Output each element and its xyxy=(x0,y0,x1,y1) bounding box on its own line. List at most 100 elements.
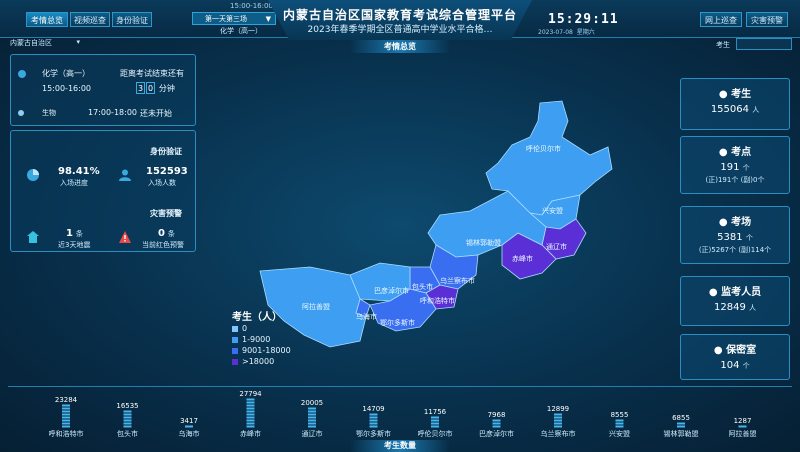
bar[interactable] xyxy=(62,404,70,428)
countdown-label: 距离考试结束还有 xyxy=(120,69,184,78)
bar[interactable] xyxy=(246,398,255,428)
bar[interactable] xyxy=(677,422,685,428)
entry-rate-label: 入场进度 xyxy=(60,179,88,187)
home-icon: ● xyxy=(718,217,728,228)
bar-segment xyxy=(369,419,378,422)
bar-value-label: 20005 xyxy=(301,399,323,407)
bar-segment xyxy=(308,416,316,419)
map-label: 呼伦贝尔市 xyxy=(526,145,561,153)
bar-segment xyxy=(246,425,255,428)
bar-segment xyxy=(492,422,501,425)
countdown-digit: 3 xyxy=(136,82,145,94)
bar-value-label: 7968 xyxy=(488,411,506,419)
map-label: 通辽市 xyxy=(546,243,567,251)
bar-segment xyxy=(615,422,624,425)
tab-identity-verify[interactable]: 身份验证 xyxy=(112,12,152,27)
bar-segment xyxy=(431,422,439,425)
bar-segment xyxy=(123,419,132,422)
bar[interactable] xyxy=(185,425,193,428)
bar-segment xyxy=(62,422,70,425)
card-invigilators[interactable]: ● 监考人员 12849 人 xyxy=(680,276,790,326)
card-value: 5381 个 xyxy=(681,232,789,243)
page-subtitle: 2023年春季学期全区普通高中学业水平合格… xyxy=(307,25,493,35)
legend-item: 0 xyxy=(232,324,247,333)
bar[interactable] xyxy=(369,413,378,428)
bar-value-label: 6855 xyxy=(672,414,690,422)
search-input[interactable] xyxy=(736,38,792,50)
region-label: 内蒙古自治区 xyxy=(10,39,52,47)
bar-value-label: 8555 xyxy=(611,411,629,419)
bar[interactable] xyxy=(492,419,501,428)
bar-segment xyxy=(246,419,255,422)
session-select[interactable]: 第一天第三场 ▼ xyxy=(192,12,276,25)
bar[interactable] xyxy=(738,425,747,428)
chart-top-line xyxy=(8,386,792,387)
dot-icon xyxy=(18,110,24,116)
bar[interactable] xyxy=(308,407,316,428)
card-title-text: 考场 xyxy=(731,217,752,228)
next-subject: 生物 xyxy=(42,109,56,117)
subject-label: 化学（高一） xyxy=(220,27,262,35)
clock: 15:29:11 xyxy=(548,12,619,27)
tab-disaster-warning[interactable]: 灾害预警 xyxy=(746,12,788,27)
card-exam-sites[interactable]: ● 考点 191 个 (正)191个 (副)0个 xyxy=(680,136,790,194)
red-label: 当前红色预警 xyxy=(142,241,184,249)
bar-value-label: 16535 xyxy=(116,402,138,410)
bar-value-label: 23284 xyxy=(55,396,78,404)
bar-category-label: 鄂尔多斯市 xyxy=(356,429,391,438)
card-number: 155064 xyxy=(710,104,749,115)
top-time: 15:00-16:00 xyxy=(230,2,273,10)
tab-video-patrol[interactable]: 视频巡查 xyxy=(70,12,110,27)
bar-category-label: 通辽市 xyxy=(302,429,323,438)
card-number: 12849 xyxy=(714,302,746,313)
bar-segment xyxy=(492,419,501,422)
legend-item: 1-9000 xyxy=(232,335,270,344)
date: 2023-07-08 星期六 xyxy=(538,27,595,36)
warning-icon xyxy=(118,230,132,247)
bar-segment xyxy=(246,413,255,416)
card-title: ● 考生 xyxy=(681,85,789,100)
legend-swatch xyxy=(232,358,238,365)
entry-count: 152593 xyxy=(146,166,188,177)
bar-segment xyxy=(62,404,70,407)
bar[interactable] xyxy=(615,419,624,428)
bottom-title: 考生数量 xyxy=(350,440,450,452)
tab-overview[interactable]: 考情总览 xyxy=(26,12,68,27)
legend-label: 1-9000 xyxy=(242,335,271,344)
bar-segment xyxy=(554,422,562,425)
bar-value-label: 12899 xyxy=(547,405,569,413)
card-exam-rooms[interactable]: ● 考场 5381 个 (正)5267个 (副)114个 xyxy=(680,206,790,264)
card-sub: (正)5267个 (副)114个 xyxy=(698,246,772,254)
bar-segment xyxy=(123,422,132,425)
legend-swatch xyxy=(232,347,238,354)
map-label: 锡林郭勒盟 xyxy=(466,239,501,247)
search-label: 考生 xyxy=(716,41,730,49)
card-title: ● 考场 xyxy=(681,213,789,228)
legend-swatch xyxy=(232,336,238,343)
card-sub: (正)191个 (副)0个 xyxy=(705,176,765,184)
map-label: 巴彦淖尔市 xyxy=(374,287,409,295)
card-unit: 个 xyxy=(742,362,750,370)
bar-value-label: 3417 xyxy=(180,417,198,425)
card-title: ● 保密室 xyxy=(681,341,789,356)
recent-label: 近3天地震 xyxy=(58,241,91,249)
tab-online-patrol[interactable]: 网上巡查 xyxy=(700,12,742,27)
map-label: 呼和浩特市 xyxy=(420,297,455,305)
recent-quake: 1 条 xyxy=(66,228,83,239)
bar-segment xyxy=(308,410,316,413)
bar[interactable] xyxy=(431,416,439,428)
bar-category-label: 赤峰市 xyxy=(240,429,261,438)
legend-label: 0 xyxy=(242,324,248,333)
bar-segment xyxy=(431,419,439,422)
region-select[interactable]: 内蒙古自治区 ▾ xyxy=(10,38,80,49)
bar[interactable] xyxy=(554,413,562,428)
map-label: 鄂尔多斯市 xyxy=(380,319,415,327)
bar-segment xyxy=(615,425,624,428)
card-examinees[interactable]: ● 考生 155064 人 xyxy=(680,78,790,130)
home-alert-icon xyxy=(26,230,40,247)
card-title: ● 监考人员 xyxy=(681,283,789,298)
card-confidential-room[interactable]: ● 保密室 104 个 xyxy=(680,334,790,380)
card-title-text: 监考人员 xyxy=(721,287,762,298)
bar-segment xyxy=(677,422,685,425)
bar[interactable] xyxy=(123,410,132,428)
